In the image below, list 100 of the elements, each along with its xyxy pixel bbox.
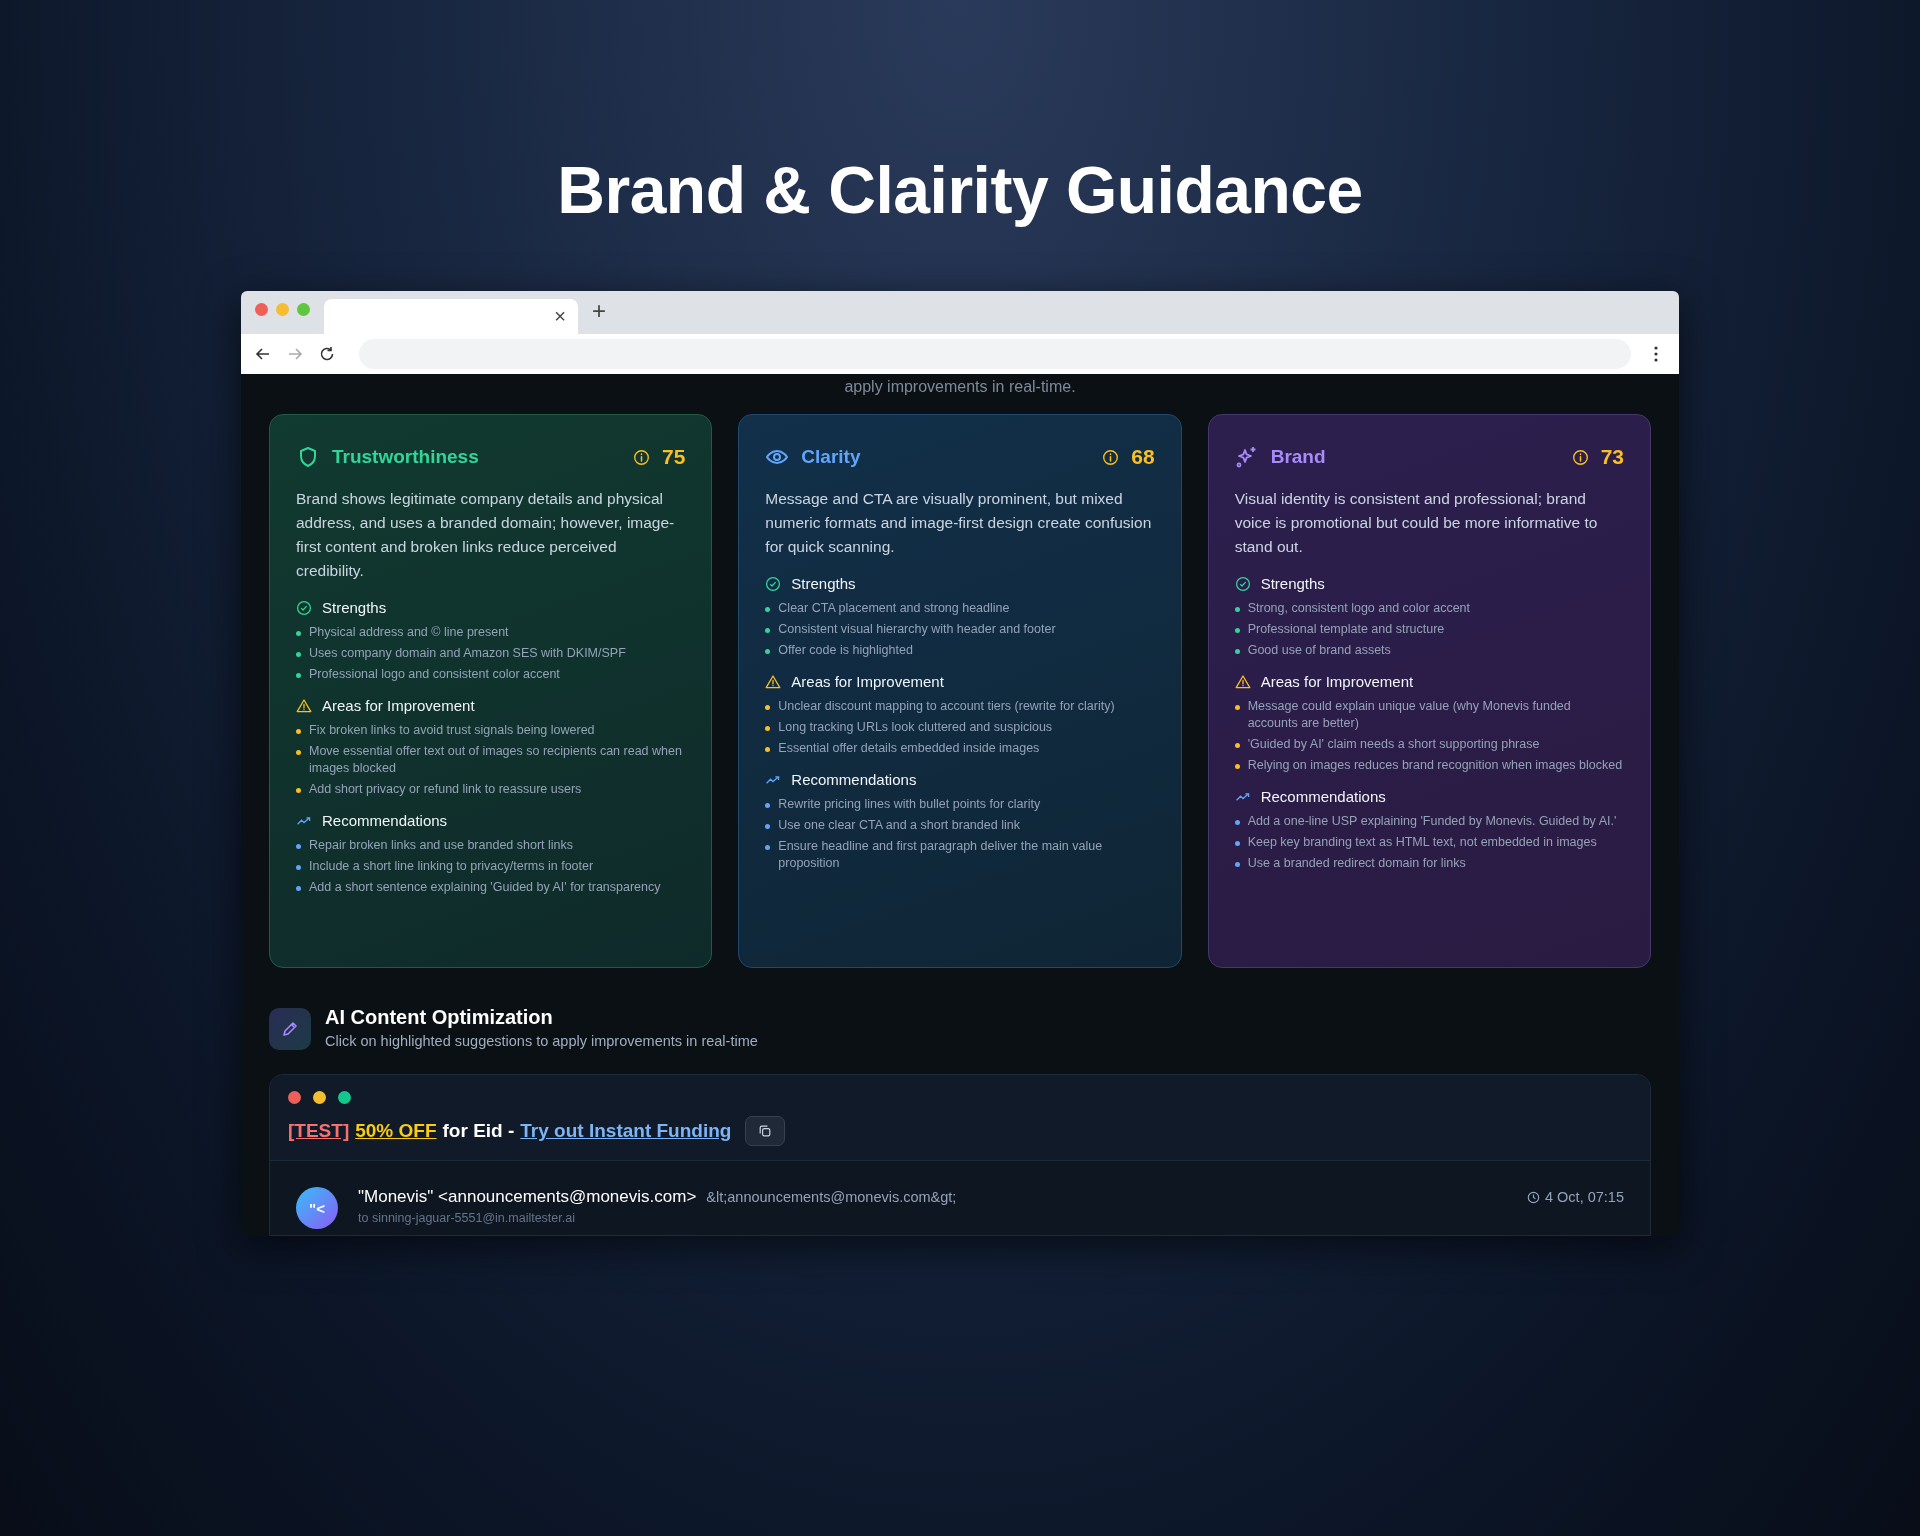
bullet-icon: [765, 845, 771, 850]
page-title: Brand & Clairity Guidance: [557, 152, 1363, 229]
list-item-text: Message could explain unique value (why Monevis funded accounts are better): [1247, 698, 1572, 732]
bullet-icon: [1234, 862, 1240, 867]
bullet-icon: [765, 747, 771, 752]
window-dot-icon: [338, 1091, 351, 1104]
list-item-text: Use one clear CTA and a short branded link: [778, 817, 1020, 834]
section-heading: Areas for Improvement: [322, 697, 475, 714]
list-item-text: Consistent visual hierarchy with header and footer: [778, 621, 1056, 638]
list-item-text: 'Guided by AI' claim needs a short supporting phrase: [1247, 736, 1540, 753]
check-circle-icon: [765, 575, 782, 592]
bullet-icon: [296, 729, 301, 734]
bullet-icon: [296, 886, 301, 891]
warning-icon: [1234, 673, 1251, 690]
list-item-text: Professional logo and consistent color accent: [309, 666, 560, 683]
bullet-icon: [765, 803, 771, 808]
list-item-text: Clear CTA placement and strong headline: [778, 600, 1010, 617]
pencil-icon: [280, 1019, 300, 1039]
list-item-text: Include a short line linking to privacy/terms in footer: [309, 858, 594, 875]
section-heading: Strengths: [322, 599, 387, 616]
section-heading: Areas for Improvement: [1260, 673, 1414, 690]
more-menu-icon[interactable]: [1653, 344, 1659, 364]
list-item-text: Physical address and © line present: [309, 624, 509, 641]
score-value: 68: [1131, 445, 1155, 469]
list-item-text: Strong, consistent logo and color accent: [1247, 600, 1470, 617]
section-subtitle: Click on highlighted suggestions to apply improvements in real-time: [325, 1033, 758, 1049]
clock-icon: [1527, 1190, 1540, 1204]
info-icon[interactable]: [1571, 448, 1589, 466]
new-tab-button[interactable]: +: [592, 296, 606, 325]
section-heading: Areas for Improvement: [791, 673, 944, 690]
list-item-text: Offer code is highlighted: [778, 642, 913, 659]
score-value: 73: [1600, 445, 1624, 469]
list-item-text: Uses company domain and Amazon SES with DKIM/SPF: [309, 645, 626, 662]
bullet-icon: [765, 649, 771, 654]
card-title: Clarity: [801, 446, 862, 468]
suggestion-link[interactable]: [TEST]: [288, 1120, 350, 1142]
section-title: AI Content Optimization: [325, 1006, 554, 1029]
subject-text: for Eid -: [442, 1120, 515, 1142]
tab-close-button[interactable]: ×: [550, 305, 570, 328]
list-item-text: Unclear discount mapping to account tiers (rewrite for clarity): [778, 698, 1115, 715]
bullet-icon: [296, 652, 301, 657]
list-item-text: Add a one-line USP explaining 'Funded by Monevis. Guided by AI.': [1247, 813, 1617, 830]
copy-button[interactable]: [745, 1116, 786, 1146]
section-heading: Recommendations: [322, 812, 448, 829]
bullet-icon: [296, 865, 301, 870]
bullet-icon: [1234, 764, 1240, 769]
list-item-text: Professional template and structure: [1247, 621, 1445, 638]
avatar: "<: [296, 1187, 338, 1229]
window-close-light-icon[interactable]: [255, 303, 268, 316]
list-item-text: Ensure headline and first paragraph deliver the main value proposition: [778, 838, 1104, 872]
card-title: Trustworthiness: [332, 446, 480, 468]
info-icon[interactable]: [1102, 448, 1120, 466]
bullet-icon: [1234, 841, 1240, 846]
card-summary: Message and CTA are visually prominent, but mixed numeric formats and image-first design create confusion for quick scanning.: [765, 489, 1153, 557]
section-heading: Recommendations: [791, 771, 917, 788]
bullet-icon: [1234, 628, 1240, 633]
bullet-icon: [1234, 820, 1240, 825]
bullet-icon: [765, 824, 771, 829]
list-item-text: Use a branded redirect domain for links: [1247, 855, 1466, 872]
window-dot-icon: [313, 1091, 326, 1104]
list-item-text: Repair broken links and use branded short links: [309, 837, 574, 854]
list-item-text: Long tracking URLs look cluttered and suspicious: [778, 719, 1053, 736]
bullet-icon: [296, 631, 301, 636]
browser-tab[interactable]: ×: [324, 299, 578, 334]
check-circle-icon: [296, 599, 312, 616]
bullet-icon: [296, 673, 301, 678]
bullet-icon: [765, 705, 771, 710]
check-circle-icon: [1234, 575, 1251, 592]
info-icon[interactable]: [632, 448, 650, 466]
recipient-text: to sinning-jaguar-5551@in.mailtester.ai: [358, 1211, 576, 1225]
bullet-icon: [765, 628, 771, 633]
bullet-icon: [765, 607, 771, 612]
intro-text: apply improvements in real-time.: [843, 378, 1077, 396]
section-heading: Strengths: [791, 575, 856, 592]
bullet-icon: [296, 844, 301, 849]
bullet-icon: [765, 726, 771, 731]
list-item-text: Add a short sentence explaining 'Guided by AI' for transparency: [309, 879, 661, 896]
list-item-text: Relying on images reduces brand recognition when images blocked: [1247, 757, 1623, 774]
email-time: 4 Oct, 07:15: [1545, 1189, 1624, 1205]
sender-name: "Monevis" <announcements@monevis.com>: [358, 1187, 697, 1207]
suggestion-link[interactable]: 50% OFF: [355, 1120, 437, 1142]
card-summary: Visual identity is consistent and professional; brand voice is promotional but could be more informative to stand out.: [1234, 489, 1599, 557]
sender-address: &lt;announcements@monevis.com&gt;: [706, 1189, 958, 1205]
list-item-text: Essential offer details embedded inside images: [778, 740, 1040, 757]
list-item-text: Good use of brand assets: [1247, 642, 1391, 659]
section-heading: Recommendations: [1260, 788, 1386, 805]
suggestion-link[interactable]: Try out Instant Funding: [520, 1120, 732, 1142]
warning-icon: [296, 697, 312, 714]
bullet-icon: [1234, 607, 1240, 612]
card-title: Brand: [1270, 446, 1327, 468]
bullet-icon: [1234, 743, 1240, 748]
bullet-icon: [296, 788, 301, 793]
bullet-icon: [1234, 705, 1240, 710]
list-item-text: Keep key branding text as HTML text, not embedded in images: [1247, 834, 1597, 851]
card-summary: Brand shows legitimate company details and physical address, and uses a branded domain; however, image-first content and broken links reduce perceived credibility.: [296, 489, 676, 581]
warning-icon: [765, 673, 782, 690]
list-item-text: Add short privacy or refund link to reassure users: [309, 781, 582, 798]
list-item-text: Move essential offer text out of images so recipients can read when images blocked: [309, 743, 683, 777]
window-dot-icon: [288, 1091, 301, 1104]
section-heading: Strengths: [1260, 575, 1325, 592]
